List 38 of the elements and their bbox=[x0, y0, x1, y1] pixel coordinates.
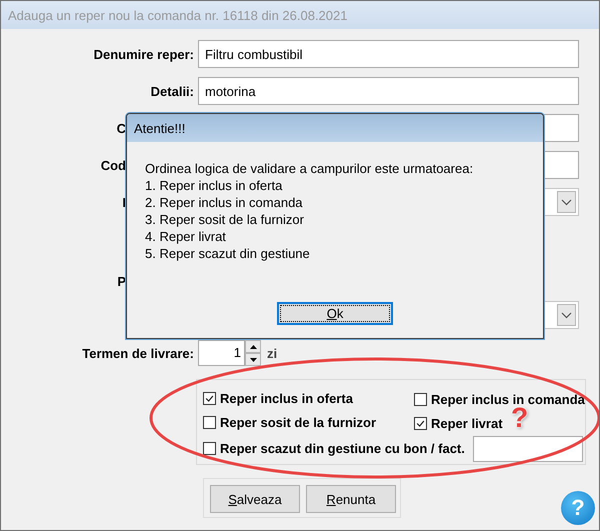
field-label: I bbox=[121, 194, 126, 210]
message-line: 5. Reper scazut din gestiune bbox=[145, 245, 311, 262]
input-field[interactable] bbox=[472, 436, 583, 462]
checkbox-label: Reper inclus in oferta bbox=[220, 390, 353, 406]
annotation-mark: ? bbox=[511, 405, 528, 431]
window-title: Adauga un reper nou la comanda nr. 16118 din 26.08.2021 bbox=[1, 1, 599, 29]
chevron-down-icon bbox=[561, 198, 572, 206]
dialog-title: Atentie!!! bbox=[127, 114, 543, 142]
unit-label: zi bbox=[267, 346, 278, 360]
field-label: Denumire reper: bbox=[92, 46, 195, 62]
checkbox[interactable] bbox=[203, 416, 216, 429]
checkbox[interactable] bbox=[414, 417, 427, 430]
field-label: Cod bbox=[100, 158, 126, 172]
message-line: 2. Reper inclus in comanda bbox=[145, 194, 304, 211]
action-button[interactable]: Salveaza bbox=[210, 485, 300, 513]
message-line: 3. Reper sosit de la furnizor bbox=[145, 211, 305, 228]
number-field[interactable]: 1 bbox=[198, 340, 245, 366]
field-label: Termen de livrare: bbox=[81, 346, 195, 360]
field-label: C bbox=[116, 120, 126, 136]
checkbox[interactable] bbox=[203, 392, 216, 404]
field-label: Detalii: bbox=[150, 84, 195, 98]
ok-button[interactable]: Ok bbox=[277, 302, 393, 325]
spin-up-icon[interactable] bbox=[250, 344, 256, 348]
message-line: Ordinea logica de validare a campurilor este urmatoarea: bbox=[145, 160, 474, 177]
spin-down-icon[interactable] bbox=[250, 358, 256, 362]
chevron-down-icon bbox=[561, 312, 572, 318]
input-field[interactable]: Filtru combustibil bbox=[198, 40, 579, 68]
checkbox-label: Reper scazut din gestiune cu bon / fact. bbox=[220, 441, 465, 456]
message-line: 1. Reper inclus in oferta bbox=[145, 177, 284, 194]
checkbox-label: Reper sosit de la furnizor bbox=[220, 415, 376, 430]
input-field[interactable]: motorina bbox=[198, 77, 579, 105]
field-label: P bbox=[116, 274, 126, 288]
checkbox[interactable] bbox=[203, 442, 216, 455]
checkbox-label: Reper livrat bbox=[431, 416, 503, 431]
message-line: 4. Reper livrat bbox=[145, 228, 227, 245]
action-button[interactable]: Renunta bbox=[306, 485, 396, 513]
checkbox-label: Reper inclus in comanda bbox=[431, 392, 585, 406]
checkbox[interactable] bbox=[414, 392, 427, 406]
